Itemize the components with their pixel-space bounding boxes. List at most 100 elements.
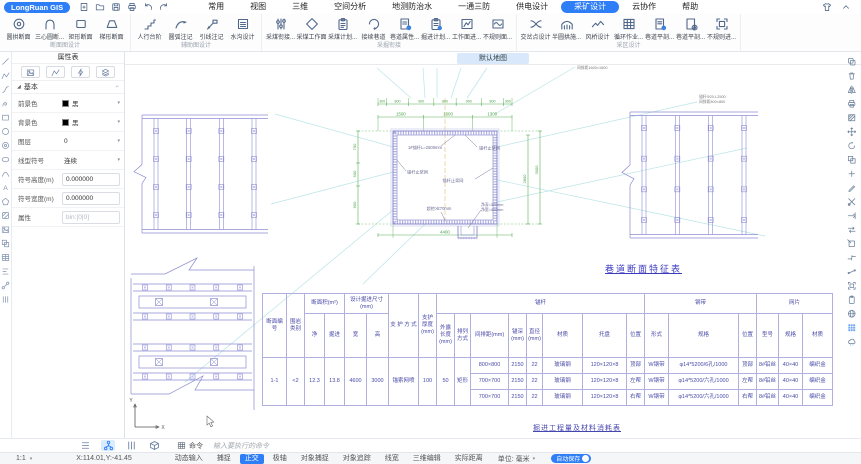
view-list-button[interactable] [78,440,92,451]
copy-button[interactable] [847,57,857,67]
ribbon-button-采煤计划[interactable]: 采煤计划... [327,15,358,41]
menu-tab-采矿设计[interactable]: 采矿设计 [561,1,619,13]
zoom-select[interactable]: 1:1 ▾ [16,455,32,462]
ribbon-button-矩形断面[interactable]: 矩形断面 [65,15,96,41]
align-tool-button[interactable] [1,266,11,276]
share-cloud-button[interactable] [847,337,857,347]
view-columns-button[interactable] [124,440,138,451]
ribbon-button-循环作业[interactable]: 循环作业... [613,15,644,41]
join-button[interactable] [847,267,857,277]
status-toggle-对象捕捉[interactable]: 对象捕捉 [296,454,334,464]
view-cube-button[interactable] [147,440,161,451]
break-button[interactable] [847,253,857,263]
grid-view-button[interactable] [847,323,857,333]
tab-symbol[interactable] [21,66,40,78]
delete-button[interactable] [847,71,857,81]
insert-image-button[interactable] [1,224,11,234]
ribbon-button-水沟设计[interactable]: 水沟设计 [227,15,258,41]
command-input[interactable]: 输入要执行的命令 [213,441,269,451]
menu-tab-帮助[interactable]: 帮助 [669,1,711,13]
menu-tab-一通三防[interactable]: 一通三防 [445,1,503,13]
node-edit-button[interactable] [1,280,11,290]
new-file-button[interactable] [78,2,89,13]
trim-button[interactable] [847,197,857,207]
menu-tab-空间分析[interactable]: 空间分析 [321,1,379,13]
ribbon-button-圆拱断面[interactable]: 圆拱断面 [3,15,34,41]
ribbon-button-不规则面[interactable]: 不规则面... [482,15,513,41]
ribbon-button-引线注记[interactable]: 引线注记 [196,15,227,41]
open-file-button[interactable] [94,2,105,13]
distribute-button[interactable] [1,294,11,304]
property-value[interactable]: 0▾ [62,138,124,145]
insert-block-button[interactable] [1,238,11,248]
paste-add-button[interactable] [847,169,857,179]
view-tree-button[interactable] [101,440,115,451]
ribbon-button-风桥设计[interactable]: 风桥设计 [582,15,613,41]
web-map-button[interactable] [847,309,857,319]
menu-tab-视图[interactable]: 视图 [237,1,279,13]
chevron-down-icon[interactable]: ▾ [117,119,120,125]
section-basic[interactable]: ◢ 基本 ⌐ [12,81,124,94]
menu-tab-地测防治水[interactable]: 地测防治水 [379,1,445,13]
tab-layers[interactable] [96,66,115,78]
extend-button[interactable] [847,211,857,221]
status-toggle-对象追踪[interactable]: 对象追踪 [338,454,376,464]
draw-polygon-button[interactable] [1,196,11,206]
clipboard-button[interactable] [847,295,857,305]
move-button[interactable] [847,127,857,137]
menu-tab-云协作[interactable]: 云协作 [619,1,669,13]
draw-line-button[interactable] [1,56,11,66]
draw-spline-button[interactable] [1,84,11,94]
ribbon-button-三心圆断[interactable]: 三心圆断... [34,15,65,41]
unit-select[interactable]: 单位: 毫米 ▾ [498,454,535,464]
save-button[interactable] [110,2,121,13]
draw-revision-button[interactable] [1,98,11,108]
rotate-button[interactable] [847,141,857,151]
ribbon-button-半圆拱施[interactable]: 半圆拱施... [551,15,582,41]
property-value[interactable]: 黑▾ [62,117,124,127]
ribbon-button-掘进计划[interactable]: 掘进计划... [420,15,451,41]
ribbon-button-采煤衔接[interactable]: 采煤衔接... [265,15,296,41]
draw-donut-button[interactable] [1,140,11,150]
collapse-ribbon-icon[interactable] [840,2,851,13]
status-toggle-极轴[interactable]: 极轴 [268,454,292,464]
ribbon-button-工作面进[interactable]: 工作面进... [451,15,482,41]
ribbon-button-交岔点设计[interactable]: 交岔点设计 [520,15,551,41]
chevron-down-icon[interactable]: ▾ [117,138,120,144]
tab-geometry[interactable] [46,66,65,78]
map-tab-default[interactable]: 默认地图 [457,53,529,64]
ribbon-button-巷道属性[interactable]: 巷道属性... [389,15,420,41]
map-canvas[interactable]: 默认地图 30080090080090080030015001600130044… [125,52,861,438]
mirror-button[interactable] [847,85,857,95]
draw-rect-button[interactable] [1,112,11,122]
property-input[interactable]: 0.000000 [62,192,120,205]
status-toggle-实际距离[interactable]: 实际距离 [450,454,488,464]
ribbon-button-巷道平剖[interactable]: 巷道平剖... [675,15,706,41]
draw-polyline-button[interactable] [1,70,11,80]
plot-button[interactable] [847,99,857,109]
draw-circle-button[interactable] [1,126,11,136]
undo-button[interactable] [142,2,153,13]
status-toggle-动态输入[interactable]: 动态输入 [170,454,208,464]
draw-hatch-button[interactable] [1,210,11,220]
chevron-down-icon[interactable]: ▾ [117,157,120,163]
menu-tab-三维[interactable]: 三维 [279,1,321,13]
draw-pen-button[interactable] [847,183,857,193]
redo-button[interactable] [158,2,169,13]
property-value[interactable]: 黑▾ [62,98,124,108]
ribbon-button-不规则进[interactable]: 不规则进... [706,15,737,41]
clip-button[interactable] [847,239,857,249]
draw-text-button[interactable]: A [1,182,11,192]
app-logo[interactable]: LongRuan GIS [4,2,70,13]
menu-tab-供电设计[interactable]: 供电设计 [503,1,561,13]
autosave-toggle[interactable]: 自动保存 [551,454,591,463]
tab-lightning[interactable] [71,66,90,78]
chevron-down-icon[interactable]: ▾ [117,100,120,106]
property-value[interactable]: 连续▾ [62,155,124,165]
ribbon-button-巷道平剖[interactable]: 巷道平剖... [644,15,675,41]
array-copy-button[interactable] [847,155,857,165]
ribbon-button-人行台阶[interactable]: 人行台阶 [134,15,165,41]
theme-skin-icon[interactable] [821,2,832,13]
ribbon-button-梯形断面[interactable]: 梯形断面 [96,15,127,41]
pattern-fill-button[interactable] [847,113,857,123]
